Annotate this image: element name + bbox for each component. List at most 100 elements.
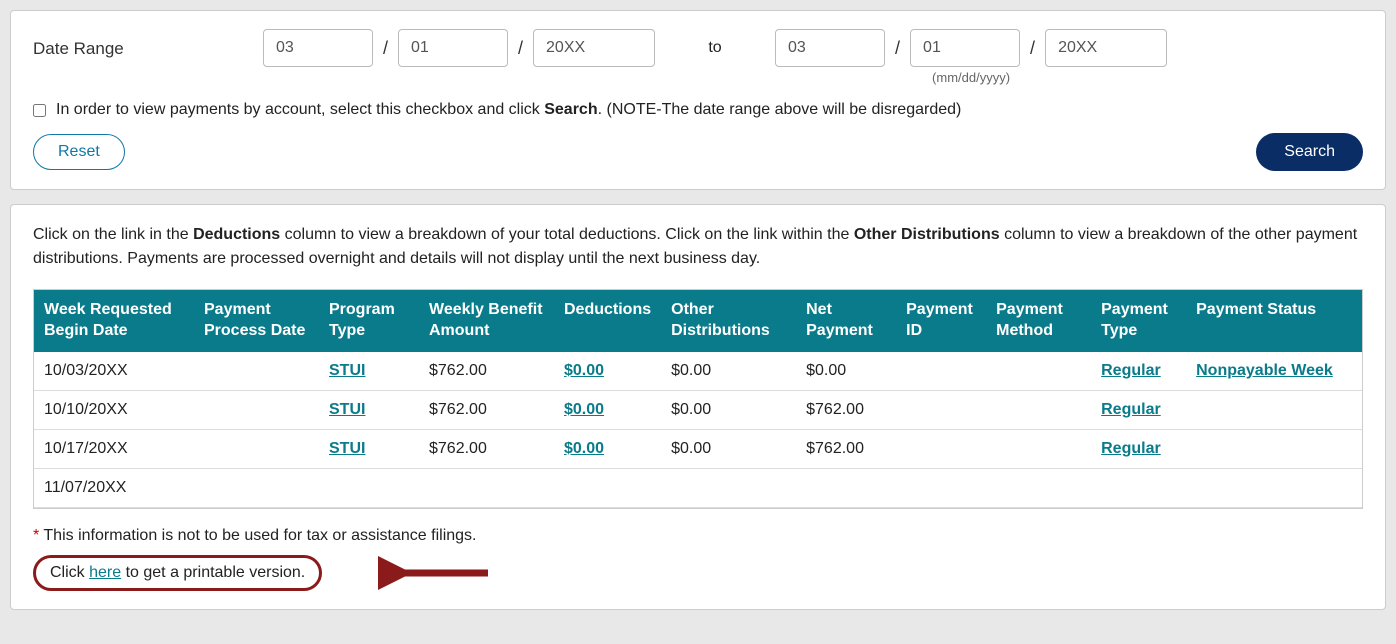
- search-panel: Date Range / / to / / (mm/dd/yyyy): [10, 10, 1386, 190]
- to-year-input[interactable]: [1045, 29, 1167, 67]
- cell-wba: [419, 468, 554, 507]
- footnote-text: This information is not to be used for t…: [39, 527, 476, 544]
- cell-process-date: [194, 468, 319, 507]
- instr-bold-other: Other Distributions: [854, 226, 1000, 243]
- cell-other-dist: $0.00: [661, 390, 796, 429]
- cell-net-payment: $762.00: [796, 390, 896, 429]
- cell-payment-type: Regular: [1091, 352, 1186, 391]
- view-by-account-row: In order to view payments by account, se…: [33, 101, 1363, 119]
- cell-payment-id: [896, 352, 986, 391]
- cell-week-begin: 10/03/20XX: [34, 352, 194, 391]
- view-by-account-text: In order to view payments by account, se…: [56, 101, 961, 119]
- table-row: 10/17/20XXSTUI$762.00$0.00$0.00$762.00Re…: [34, 429, 1362, 468]
- col-process-date: Payment Process Date: [194, 290, 319, 352]
- printable-row: Click here to get a printable version.: [33, 555, 1363, 591]
- cell-deductions: $0.00: [554, 390, 661, 429]
- cell-process-date: [194, 390, 319, 429]
- to-label: to: [655, 29, 775, 57]
- cell-week-begin: 10/10/20XX: [34, 390, 194, 429]
- instr-bold-deductions: Deductions: [193, 226, 280, 243]
- cell-payment-method: [986, 352, 1091, 391]
- cell-other-dist: [661, 468, 796, 507]
- cell-deductions-link[interactable]: $0.00: [564, 440, 604, 457]
- payments-table: Week Requested Begin Date Payment Proces…: [34, 290, 1362, 508]
- printable-link[interactable]: here: [89, 564, 121, 581]
- payments-table-wrap: Week Requested Begin Date Payment Proces…: [33, 289, 1363, 509]
- cell-payment-status: Nonpayable Week: [1186, 352, 1362, 391]
- printable-suffix: to get a printable version.: [121, 564, 305, 581]
- col-payment-status: Payment Status: [1186, 290, 1362, 352]
- cell-payment-type-link[interactable]: Regular: [1101, 440, 1161, 457]
- col-payment-type: Payment Type: [1091, 290, 1186, 352]
- cell-net-payment: $0.00: [796, 352, 896, 391]
- slash-separator: /: [1026, 38, 1039, 59]
- cell-payment-type-link[interactable]: Regular: [1101, 362, 1161, 379]
- cell-deductions: $0.00: [554, 429, 661, 468]
- results-panel: Click on the link in the Deductions colu…: [10, 204, 1386, 610]
- instructions-text: Click on the link in the Deductions colu…: [33, 223, 1363, 271]
- slash-separator: /: [891, 38, 904, 59]
- search-button[interactable]: Search: [1256, 133, 1363, 171]
- cell-program-type-link[interactable]: STUI: [329, 401, 365, 418]
- table-row: 10/10/20XXSTUI$762.00$0.00$0.00$762.00Re…: [34, 390, 1362, 429]
- view-by-account-bold: Search: [544, 101, 597, 118]
- cell-payment-status-link[interactable]: Nonpayable Week: [1196, 362, 1333, 379]
- cell-program-type: [319, 468, 419, 507]
- cell-program-type-link[interactable]: STUI: [329, 440, 365, 457]
- cell-payment-method: [986, 390, 1091, 429]
- button-row: Reset Search: [33, 133, 1363, 171]
- view-by-account-checkbox[interactable]: [33, 104, 46, 117]
- date-range-row: Date Range / / to / / (mm/dd/yyyy): [33, 29, 1363, 85]
- from-year-input[interactable]: [533, 29, 655, 67]
- col-payment-id: Payment ID: [896, 290, 986, 352]
- col-other-dist: Other Distributions: [661, 290, 796, 352]
- from-day-input[interactable]: [398, 29, 508, 67]
- slash-separator: /: [379, 38, 392, 59]
- cell-program-type: STUI: [319, 390, 419, 429]
- from-date-col: / /: [263, 29, 655, 67]
- cell-program-type-link[interactable]: STUI: [329, 362, 365, 379]
- cell-payment-status: [1186, 390, 1362, 429]
- from-month-input[interactable]: [263, 29, 373, 67]
- cell-wba: $762.00: [419, 390, 554, 429]
- col-week-begin: Week Requested Begin Date: [34, 290, 194, 352]
- cell-payment-type: Regular: [1091, 429, 1186, 468]
- to-date-group: / /: [775, 29, 1167, 67]
- cell-net-payment: [796, 468, 896, 507]
- cell-deductions: $0.00: [554, 352, 661, 391]
- to-day-input[interactable]: [910, 29, 1020, 67]
- to-month-input[interactable]: [775, 29, 885, 67]
- col-payment-method: Payment Method: [986, 290, 1091, 352]
- cell-week-begin: 10/17/20XX: [34, 429, 194, 468]
- instr-seg: column to view a breakdown of your total…: [280, 226, 854, 243]
- cell-payment-type-link[interactable]: Regular: [1101, 401, 1161, 418]
- col-program-type: Program Type: [319, 290, 419, 352]
- cell-payment-status: [1186, 468, 1362, 507]
- view-by-account-post: . (NOTE-The date range above will be dis…: [598, 101, 962, 118]
- instr-seg: Click on the link in the: [33, 226, 193, 243]
- table-row: 11/07/20XX: [34, 468, 1362, 507]
- col-net-payment: Net Payment: [796, 290, 896, 352]
- cell-payment-status: [1186, 429, 1362, 468]
- cell-process-date: [194, 352, 319, 391]
- printable-prefix: Click: [50, 564, 89, 581]
- cell-payment-id: [896, 390, 986, 429]
- cell-program-type: STUI: [319, 352, 419, 391]
- reset-button[interactable]: Reset: [33, 134, 125, 170]
- cell-deductions-link[interactable]: $0.00: [564, 362, 604, 379]
- cell-deductions-link[interactable]: $0.00: [564, 401, 604, 418]
- to-date-col: / / (mm/dd/yyyy): [775, 29, 1167, 85]
- cell-process-date: [194, 429, 319, 468]
- cell-deductions: [554, 468, 661, 507]
- annotation-arrow-icon: [378, 553, 498, 593]
- table-row: 10/03/20XXSTUI$762.00$0.00$0.00$0.00Regu…: [34, 352, 1362, 391]
- cell-payment-method: [986, 429, 1091, 468]
- cell-wba: $762.00: [419, 352, 554, 391]
- cell-week-begin: 11/07/20XX: [34, 468, 194, 507]
- from-date-group: / /: [263, 29, 655, 67]
- cell-payment-type: Regular: [1091, 390, 1186, 429]
- cell-net-payment: $762.00: [796, 429, 896, 468]
- view-by-account-pre: In order to view payments by account, se…: [56, 101, 544, 118]
- date-range-label: Date Range: [33, 29, 263, 59]
- cell-other-dist: $0.00: [661, 352, 796, 391]
